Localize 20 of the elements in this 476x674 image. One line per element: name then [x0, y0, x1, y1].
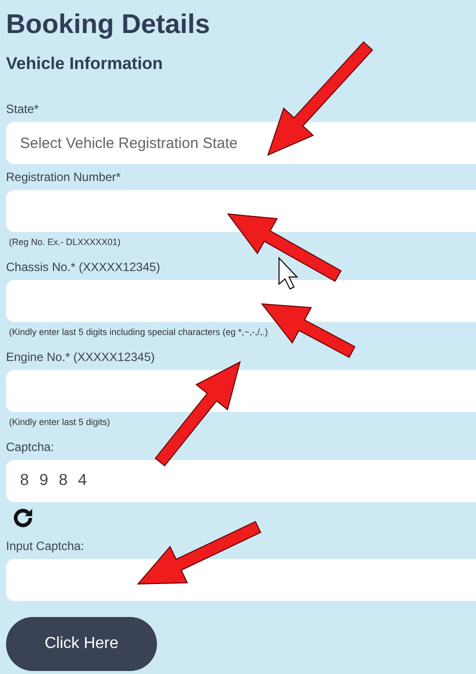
field-label: Chassis No.* (XXXXX12345) [6, 260, 162, 274]
field-hint: (Kindly enter last 5 digits including special characters (eg *,~,-,/,.) [9, 326, 269, 338]
page-title: Booking Details [6, 8, 212, 40]
submit-button[interactable]: Click Here [6, 617, 157, 671]
refresh-icon[interactable] [12, 507, 34, 529]
state-select[interactable]: Select Vehicle Registration State [6, 122, 476, 164]
field-label: Input Captcha: [6, 539, 86, 553]
input-field[interactable] [6, 370, 476, 412]
field-label: State* [6, 102, 40, 116]
field-label: Registration Number* [6, 170, 122, 184]
input-field[interactable] [6, 190, 476, 232]
field-label: Engine No.* (XXXXX12345) [6, 350, 156, 364]
field-label: Captcha: [6, 440, 56, 454]
field-hint: (Kindly enter last 5 digits) [9, 416, 112, 428]
input-field[interactable] [6, 280, 476, 322]
cursor-icon [278, 256, 298, 290]
captcha-image: 8 9 8 4 [6, 460, 476, 502]
section-heading: Vehicle Information [6, 54, 164, 74]
input-field[interactable] [6, 559, 476, 601]
field-hint: (Reg No. Ex.- DLXXXXX01) [9, 236, 122, 248]
